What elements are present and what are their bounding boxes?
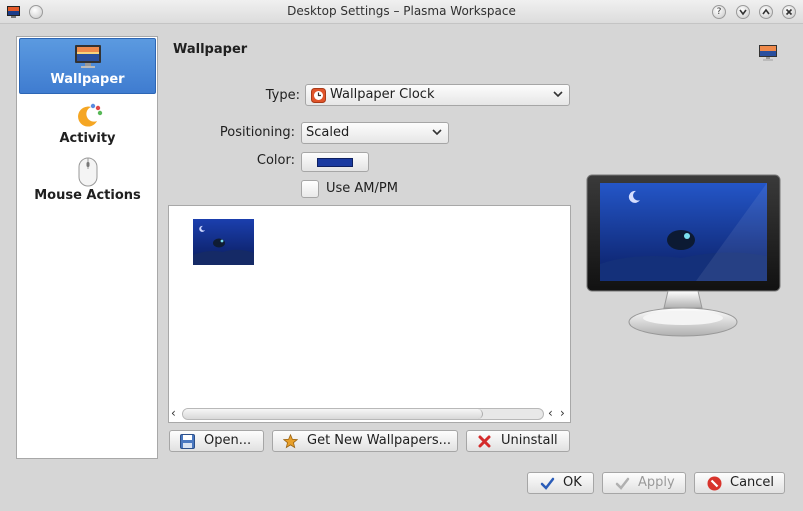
type-value: Wallpaper Clock <box>330 87 435 102</box>
color-swatch <box>317 158 353 167</box>
sidebar-item-label: Mouse Actions <box>34 188 141 203</box>
activity-icon <box>77 103 102 127</box>
page-title: Wallpaper <box>173 42 248 57</box>
cancel-label: Cancel <box>730 475 775 490</box>
wallpaper-thumbnail[interactable] <box>193 219 254 265</box>
maximize-button[interactable] <box>759 5 773 19</box>
get-new-wallpapers-button[interactable]: Get New Wallpapers... <box>272 430 458 452</box>
clock-icon <box>311 88 326 103</box>
scroll-left-icon[interactable]: ‹ <box>171 406 176 420</box>
uninstall-button[interactable]: Uninstall <box>466 430 570 452</box>
ampm-label: Use AM/PM <box>326 181 398 196</box>
dialog-body: Wallpaper Activity Mouse Actions Wallpap… <box>0 24 803 511</box>
wallpaper-icon <box>759 45 777 61</box>
uninstall-label: Uninstall <box>501 433 558 448</box>
sidebar-item-mouse-actions[interactable]: Mouse Actions <box>19 155 156 209</box>
wallpaper-icon <box>74 45 101 68</box>
chevron-down-icon <box>553 91 563 98</box>
chevron-down-icon <box>739 9 747 16</box>
cancel-icon <box>707 476 722 491</box>
chevron-down-icon <box>432 129 442 136</box>
scroll-track[interactable] <box>182 408 544 420</box>
wallpaper-list[interactable] <box>168 205 571 423</box>
chevron-up-icon <box>762 8 770 15</box>
close-icon <box>785 8 793 16</box>
floppy-icon <box>180 434 195 449</box>
sidebar-item-activity[interactable]: Activity <box>19 99 156 151</box>
type-dropdown[interactable]: Wallpaper Clock <box>305 84 570 106</box>
positioning-value: Scaled <box>306 125 350 140</box>
cancel-button[interactable]: Cancel <box>694 472 785 494</box>
apply-label: Apply <box>638 475 675 490</box>
positioning-label: Positioning: <box>219 125 295 140</box>
type-label: Type: <box>265 88 300 103</box>
remove-icon <box>478 435 491 448</box>
get-new-wallpapers-label: Get New Wallpapers... <box>307 433 451 448</box>
scroll-right-icon[interactable]: › <box>560 406 565 420</box>
horizontal-scrollbar[interactable]: ‹ ‹ › <box>168 405 571 423</box>
color-label: Color: <box>256 153 295 168</box>
scroll-thumb[interactable] <box>183 409 483 419</box>
positioning-dropdown[interactable]: Scaled <box>301 122 449 144</box>
mouse-icon <box>78 157 97 187</box>
window-title: Desktop Settings – Plasma Workspace <box>287 4 516 18</box>
sidebar-item-wallpaper[interactable]: Wallpaper <box>19 38 156 94</box>
ampm-checkbox[interactable] <box>301 180 319 198</box>
help-button[interactable]: ? <box>712 5 726 19</box>
star-icon <box>283 434 298 449</box>
color-picker-button[interactable] <box>301 152 369 172</box>
ok-button[interactable]: OK <box>527 472 594 494</box>
ok-label: OK <box>563 475 582 490</box>
open-button-label: Open... <box>204 433 252 448</box>
category-list: Wallpaper Activity Mouse Actions <box>16 36 158 459</box>
minimize-button[interactable] <box>736 5 750 19</box>
wallpaper-preview <box>586 174 781 337</box>
sidebar-item-label: Activity <box>59 131 116 146</box>
open-button[interactable]: Open... <box>169 430 264 452</box>
checkmark-icon <box>615 477 630 490</box>
sidebar-item-label: Wallpaper <box>50 72 125 87</box>
title-bar: Desktop Settings – Plasma Workspace ? <box>0 0 803 24</box>
checkmark-icon <box>540 477 555 490</box>
close-button[interactable] <box>782 5 796 19</box>
apply-button[interactable]: Apply <box>602 472 686 494</box>
scroll-left-icon[interactable]: ‹ <box>548 406 553 420</box>
